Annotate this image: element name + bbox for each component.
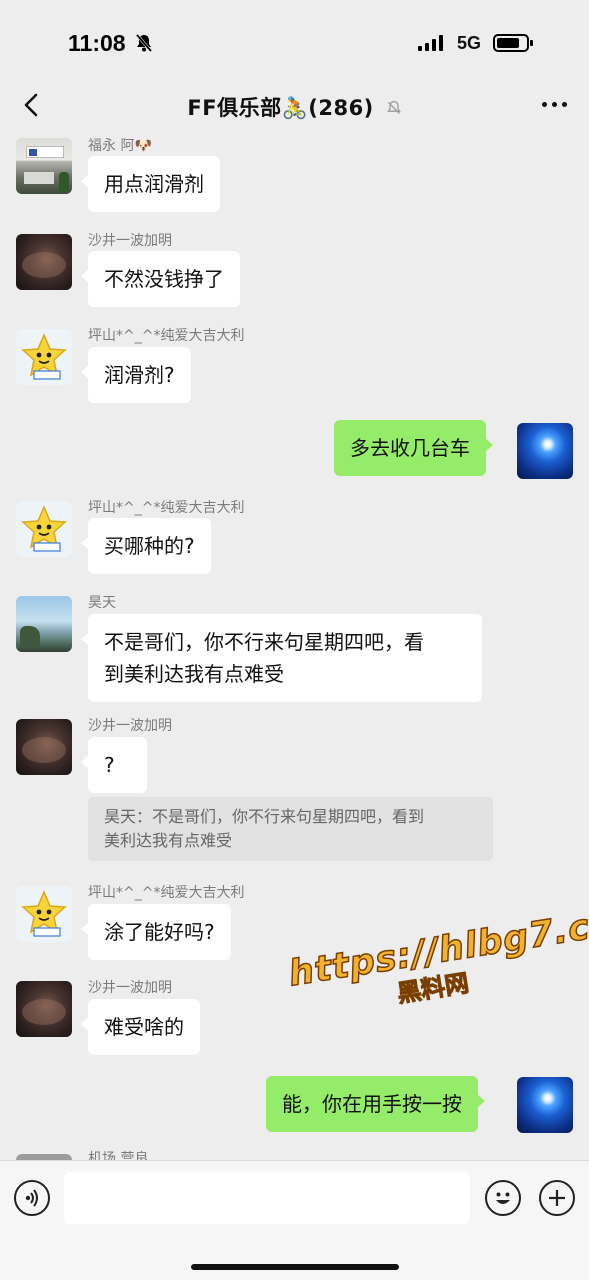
quote-line: 昊天：不是哥们，你不行来句星期四吧，看到 (104, 807, 425, 826)
message-bubble[interactable]: 用点润滑剂 (81, 156, 220, 212)
sender-name: 沙井一波加明 (88, 980, 172, 996)
chat-title: FF俱乐部🚴(286) (187, 96, 374, 120)
input-bar (0, 1160, 589, 1280)
bell-slash-icon (134, 33, 154, 57)
avatar-self[interactable] (517, 1077, 573, 1133)
message-bubble[interactable]: 涂了能好吗? (81, 904, 231, 960)
emoji-icon[interactable] (485, 1180, 521, 1216)
avatar-star[interactable] (16, 501, 72, 557)
plus-icon[interactable] (539, 1180, 575, 1216)
avatar-self[interactable] (517, 423, 573, 479)
message-bubble[interactable]: 买哪种的? (81, 518, 211, 574)
avatar-star[interactable] (16, 329, 72, 385)
network-type: 5G (457, 33, 482, 53)
voice-icon[interactable] (14, 1180, 50, 1216)
more-dots-icon[interactable] (542, 102, 567, 107)
sender-name: 坪山*^_^*纯爱大吉大利 (88, 500, 245, 516)
message-line: 不是哥们，你不行来句星期四吧，看 (104, 630, 424, 654)
chat-title-wrap: FF俱乐部🚴(286) (0, 92, 589, 122)
chat-header: FF俱乐部🚴(286) (0, 80, 589, 132)
message-bubble[interactable]: 难受啥的 (81, 999, 200, 1055)
avatar-sleeping[interactable] (16, 234, 72, 290)
battery-icon (493, 34, 533, 52)
avatar-office[interactable] (16, 138, 72, 194)
message-bubble-self[interactable]: 多去收几台车 (334, 420, 493, 476)
avatar-sleeping[interactable] (16, 981, 72, 1037)
sender-name: 坪山*^_^*纯爱大吉大利 (88, 885, 245, 901)
muted-bell-icon (386, 97, 402, 121)
home-indicator (191, 1264, 399, 1270)
sender-name: 机场 营良 (88, 1151, 149, 1160)
avatar-star[interactable] (16, 886, 72, 942)
status-bar: 11:08 5G (0, 0, 589, 88)
sender-name: 福永 阿🐶 (88, 138, 152, 154)
message-line: 到美利达我有点难受 (104, 662, 284, 686)
message-bubble[interactable]: 不是哥们，你不行来句星期四吧，看 到美利达我有点难受 (81, 614, 482, 702)
avatar-landscape[interactable] (16, 596, 72, 652)
signal-icon (418, 35, 443, 51)
quote-line: 美利达我有点难受 (104, 831, 233, 850)
sender-name: 昊天 (88, 595, 116, 611)
message-bubble-self[interactable]: 能，你在用手按一按 (266, 1076, 485, 1132)
avatar-sleeping[interactable] (16, 719, 72, 775)
quoted-reply[interactable]: 昊天：不是哥们，你不行来句星期四吧，看到 美利达我有点难受 (88, 797, 493, 861)
message-input[interactable] (64, 1172, 470, 1224)
sender-name: 沙井一波加明 (88, 718, 172, 734)
message-bubble[interactable]: 不然没钱挣了 (81, 251, 240, 307)
sender-name: 沙井一波加明 (88, 233, 172, 249)
message-bubble[interactable]: 润滑剂? (81, 347, 191, 403)
sender-name: 坪山*^_^*纯爱大吉大利 (88, 328, 245, 344)
message-bubble[interactable]: ? (81, 737, 147, 793)
status-time: 11:08 (68, 30, 126, 56)
